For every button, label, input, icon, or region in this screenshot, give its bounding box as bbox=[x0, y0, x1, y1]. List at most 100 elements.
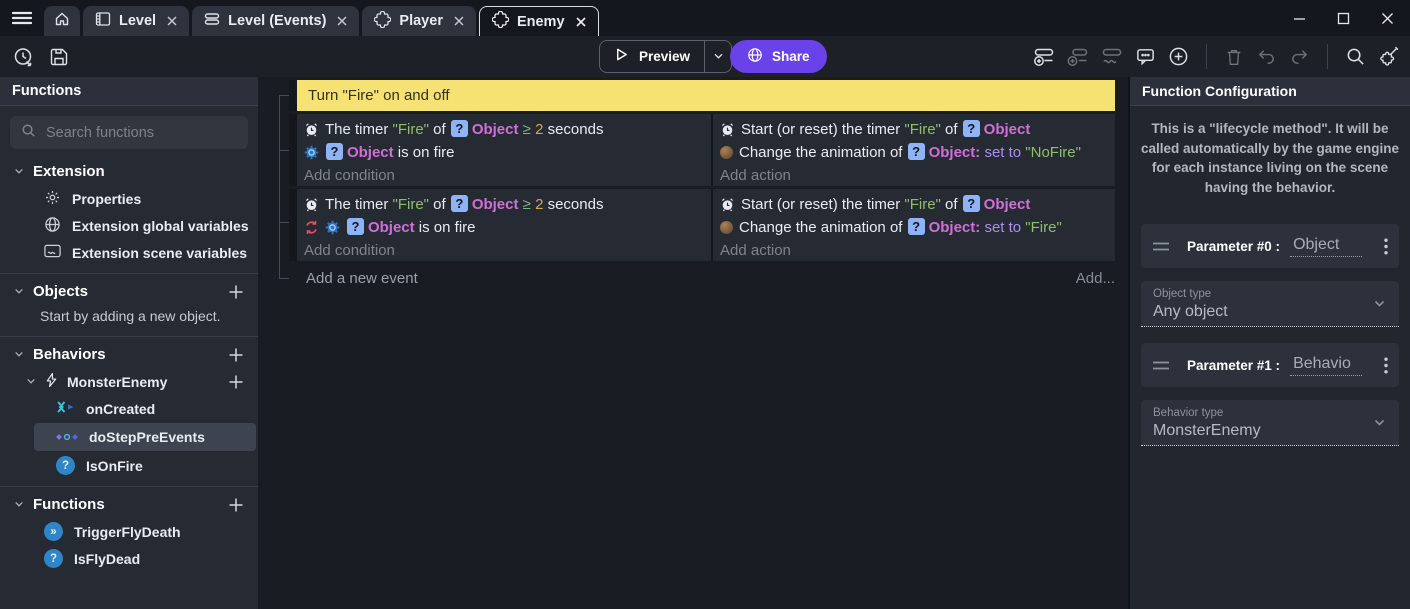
chevron-down-icon[interactable] bbox=[14, 288, 24, 295]
condition[interactable]: The timer "Fire" of ?Object ≥ 2 seconds bbox=[304, 193, 711, 216]
item-label: IsFlyDead bbox=[74, 551, 140, 567]
function-question-icon: ? bbox=[44, 549, 63, 568]
tree-line bbox=[279, 222, 289, 223]
maximize-icon[interactable] bbox=[1337, 12, 1350, 25]
chevron-down-icon[interactable] bbox=[14, 168, 24, 175]
behavior-gear-icon bbox=[325, 220, 340, 235]
section-label: Extension bbox=[33, 163, 105, 180]
sidebar-item-oncreated[interactable]: onCreated bbox=[0, 395, 258, 422]
close-icon[interactable] bbox=[576, 17, 586, 27]
minimize-icon[interactable] bbox=[1293, 12, 1306, 25]
kebab-menu-icon[interactable] bbox=[1384, 357, 1388, 374]
drag-handle-icon[interactable] bbox=[1152, 242, 1170, 251]
action[interactable]: Start (or reset) the timer "Fire" of ?Ob… bbox=[720, 193, 1115, 216]
add-condition-button[interactable]: Add condition bbox=[304, 164, 711, 186]
chevron-down-icon bbox=[1373, 300, 1386, 308]
comment-text[interactable]: Turn "Fire" on and off bbox=[297, 80, 1115, 111]
search-input[interactable] bbox=[46, 125, 237, 141]
add-action-button[interactable]: Add action bbox=[720, 239, 1115, 261]
add-condition-button[interactable]: Add condition bbox=[304, 239, 711, 261]
add-behavior-function-icon[interactable] bbox=[228, 374, 244, 390]
add-new-event-row: Add a new event Add... bbox=[289, 270, 1115, 287]
preview-button[interactable]: Preview bbox=[600, 41, 704, 72]
chevron-down-icon[interactable] bbox=[26, 378, 36, 385]
behavior-type-select[interactable]: Behavior type MonsterEnemy bbox=[1141, 400, 1399, 446]
add-other-event-icon[interactable] bbox=[1101, 46, 1123, 68]
add-more-button[interactable]: Add... bbox=[1076, 270, 1115, 287]
toolbar-separator bbox=[1206, 44, 1207, 69]
sidebar-divider bbox=[0, 273, 258, 274]
add-new-event-button[interactable]: Add a new event bbox=[306, 270, 418, 287]
extension-icon bbox=[492, 11, 509, 32]
preview-dropdown-button[interactable] bbox=[704, 41, 731, 72]
add-event-icon[interactable] bbox=[1033, 46, 1055, 68]
event-drag-handle[interactable] bbox=[289, 189, 297, 261]
globe-icon bbox=[44, 216, 61, 236]
behavior-monsterenemy[interactable]: MonsterEnemy bbox=[0, 368, 258, 395]
version-history-icon[interactable] bbox=[12, 46, 34, 68]
search-icon bbox=[21, 123, 36, 143]
parameter-name-field[interactable]: Behavio bbox=[1290, 355, 1362, 376]
condition[interactable]: ?Object is on fire bbox=[304, 141, 711, 164]
section-extension[interactable]: Extension bbox=[0, 158, 258, 185]
hamburger-menu-icon[interactable] bbox=[12, 11, 32, 25]
sidebar-item-scene-variables[interactable]: Extension scene variables bbox=[0, 239, 258, 266]
sidebar-item-dosteppreevents[interactable]: doStepPreEvents bbox=[34, 423, 256, 451]
search-functions-box[interactable] bbox=[10, 116, 248, 149]
item-label: doStepPreEvents bbox=[89, 429, 205, 445]
tab-home[interactable] bbox=[44, 6, 80, 36]
action[interactable]: Change the animation of ?Object: set to … bbox=[720, 141, 1115, 164]
event-sheet: Turn "Fire" on and off The timer "Fire" … bbox=[258, 77, 1128, 609]
parameter-name-field[interactable]: Object bbox=[1290, 236, 1362, 257]
condition[interactable]: The timer "Fire" of ?Object ≥ 2 seconds bbox=[304, 118, 711, 141]
section-label: Functions bbox=[33, 496, 105, 513]
event-drag-handle[interactable] bbox=[289, 80, 297, 111]
tab-level-events[interactable]: Level (Events) bbox=[192, 6, 359, 36]
add-function-icon[interactable] bbox=[228, 497, 244, 513]
tab-player[interactable]: Player bbox=[362, 6, 476, 36]
section-functions[interactable]: Functions bbox=[0, 491, 258, 518]
object-type-select[interactable]: Object type Any object bbox=[1141, 281, 1399, 327]
play-icon bbox=[614, 47, 629, 67]
sidebar-item-properties[interactable]: Properties bbox=[0, 185, 258, 212]
drag-handle-icon[interactable] bbox=[1152, 361, 1170, 370]
undo-icon[interactable] bbox=[1256, 46, 1277, 67]
delete-icon[interactable] bbox=[1224, 47, 1244, 67]
lifecycle-arrows-icon bbox=[56, 400, 75, 417]
close-icon[interactable] bbox=[454, 16, 464, 26]
add-behavior-icon[interactable] bbox=[228, 347, 244, 363]
close-icon[interactable] bbox=[337, 16, 347, 26]
sidebar-item-isflydead[interactable]: ? IsFlyDead bbox=[0, 545, 258, 572]
lightning-icon bbox=[45, 372, 58, 391]
share-button[interactable]: Share bbox=[730, 40, 827, 73]
choose-event-icon[interactable] bbox=[1168, 46, 1189, 67]
section-behaviors[interactable]: Behaviors bbox=[0, 341, 258, 368]
close-icon[interactable] bbox=[167, 16, 177, 26]
save-icon[interactable] bbox=[49, 47, 69, 67]
close-window-icon[interactable] bbox=[1381, 12, 1394, 25]
kebab-menu-icon[interactable] bbox=[1384, 238, 1388, 255]
tab-level[interactable]: Level bbox=[83, 6, 189, 36]
function-action-icon: » bbox=[44, 522, 63, 541]
add-object-icon[interactable] bbox=[228, 284, 244, 300]
tab-enemy[interactable]: Enemy bbox=[479, 6, 599, 36]
add-subevent-icon[interactable] bbox=[1067, 46, 1089, 68]
event-drag-handle[interactable] bbox=[289, 114, 297, 186]
parameter-0-card: Parameter #0 : Object bbox=[1141, 224, 1399, 268]
edit-extension-icon[interactable] bbox=[1378, 45, 1401, 68]
chevron-down-icon[interactable] bbox=[14, 501, 24, 508]
sidebar-item-triggerflydeath[interactable]: » TriggerFlyDeath bbox=[0, 518, 258, 545]
gdevelop-window: Level Level (Events) Player Enemy bbox=[0, 0, 1410, 609]
sidebar-item-isonfire[interactable]: ? IsOnFire bbox=[0, 452, 258, 479]
share-label: Share bbox=[772, 49, 810, 64]
redo-icon[interactable] bbox=[1289, 46, 1310, 67]
add-action-button[interactable]: Add action bbox=[720, 164, 1115, 186]
sidebar-item-global-variables[interactable]: Extension global variables bbox=[0, 212, 258, 239]
chevron-down-icon[interactable] bbox=[14, 351, 24, 358]
comment-icon[interactable] bbox=[1135, 46, 1156, 67]
action[interactable]: Start (or reset) the timer "Fire" of ?Ob… bbox=[720, 118, 1115, 141]
condition[interactable]: ?Object is on fire bbox=[304, 216, 711, 239]
action[interactable]: Change the animation of ?Object: set to … bbox=[720, 216, 1115, 239]
section-objects[interactable]: Objects bbox=[0, 278, 258, 305]
search-events-icon[interactable] bbox=[1345, 46, 1366, 67]
